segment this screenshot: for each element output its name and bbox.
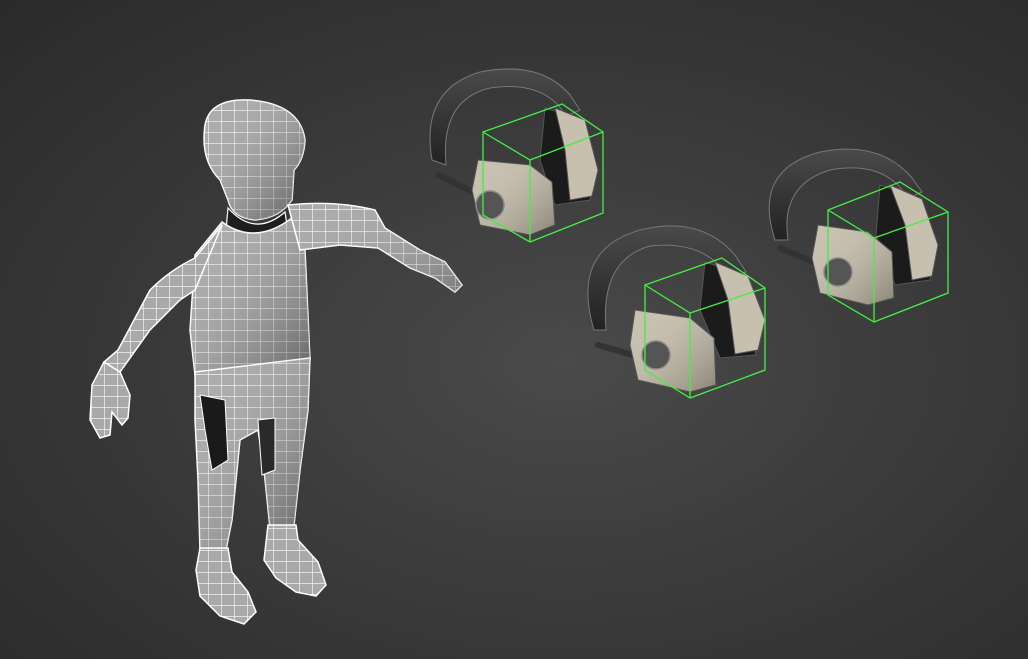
3d-viewport[interactable] xyxy=(0,0,1028,659)
character-shoe-left[interactable] xyxy=(195,547,257,625)
viewport-scene[interactable] xyxy=(0,0,1028,659)
headphones-3[interactable] xyxy=(768,148,949,323)
headphones-2[interactable] xyxy=(587,225,766,399)
character-hand-left[interactable] xyxy=(89,360,131,439)
headphones-1[interactable] xyxy=(429,68,604,243)
character-mesh[interactable] xyxy=(89,99,463,625)
character-shoe-right[interactable] xyxy=(263,524,327,597)
